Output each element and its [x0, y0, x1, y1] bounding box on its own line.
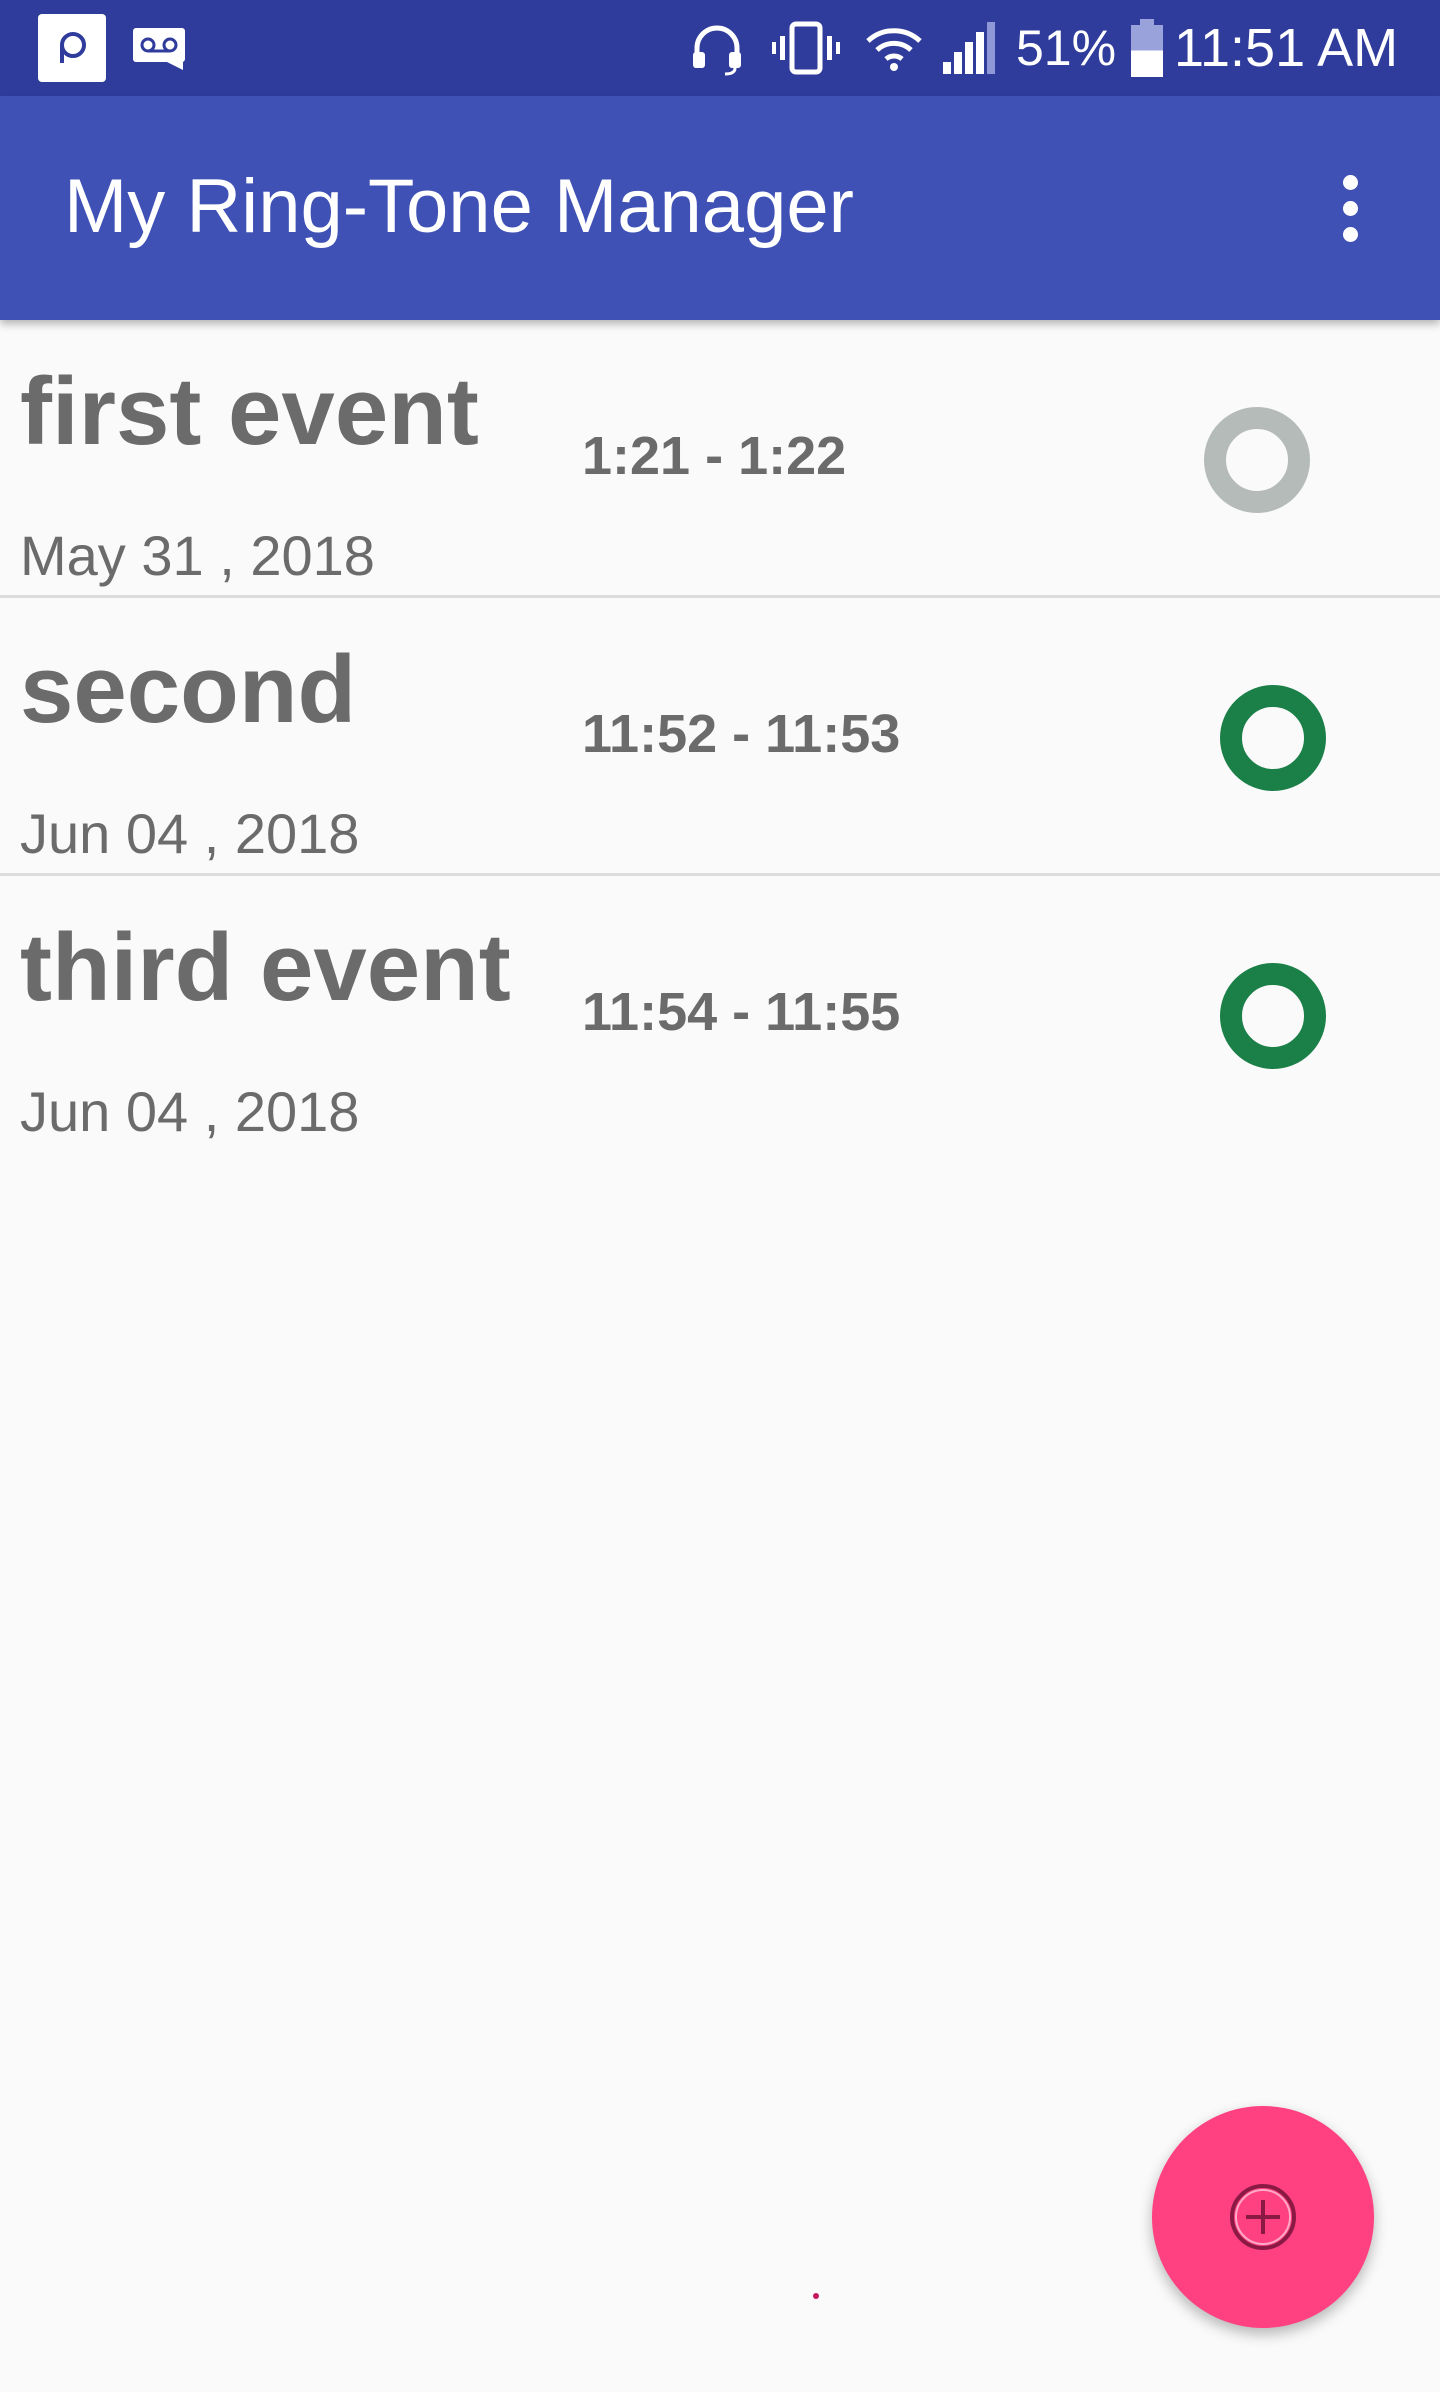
event-row-first[interactable]: first event 1:21 - 1:22 May 31 , 2018: [0, 320, 1440, 598]
event-name: first event: [20, 358, 479, 465]
menu-dot: [1342, 200, 1358, 216]
app-bar: My Ring-Tone Manager: [0, 96, 1440, 320]
clock-time: 11:51 AM: [1174, 18, 1399, 78]
battery-icon: [1128, 14, 1166, 82]
event-status-toggle[interactable]: [1204, 407, 1310, 513]
event-time-range: 1:21 - 1:22: [582, 426, 847, 486]
status-bar: 51% 11:51 AM: [0, 0, 1440, 96]
app-notification-icon: [38, 14, 106, 82]
event-row-third[interactable]: third event 11:54 - 11:55 Jun 04 , 2018: [0, 876, 1440, 1154]
vibrate-icon: [768, 14, 844, 82]
wifi-icon: [862, 14, 926, 82]
menu-dot: [1342, 174, 1358, 190]
headset-icon: [686, 14, 748, 82]
event-date: May 31 , 2018: [20, 524, 375, 587]
add-circle-icon: [1228, 2182, 1298, 2252]
event-date: Jun 04 , 2018: [20, 802, 360, 865]
battery-percentage: 51%: [1016, 20, 1117, 76]
event-row-second[interactable]: second 11:52 - 11:53 Jun 04 , 2018: [0, 598, 1440, 876]
event-status-toggle[interactable]: [1220, 963, 1326, 1069]
event-time-range: 11:52 - 11:53: [582, 704, 901, 764]
event-name: second: [20, 636, 357, 743]
event-list: first event 1:21 - 1:22 May 31 , 2018 se…: [0, 320, 1440, 1154]
more-vert-icon[interactable]: [1318, 158, 1382, 258]
event-name: third event: [20, 914, 511, 1021]
event-date: Jun 04 , 2018: [20, 1080, 360, 1143]
voicemail-icon: [128, 14, 190, 82]
app-title: My Ring-Tone Manager: [64, 164, 854, 249]
event-status-toggle[interactable]: [1220, 685, 1326, 791]
add-event-button[interactable]: [1152, 2106, 1374, 2328]
event-time-range: 11:54 - 11:55: [582, 982, 901, 1042]
menu-dot: [1342, 226, 1358, 242]
cell-signal-icon: [940, 14, 1000, 82]
stray-dot: [813, 2293, 819, 2299]
